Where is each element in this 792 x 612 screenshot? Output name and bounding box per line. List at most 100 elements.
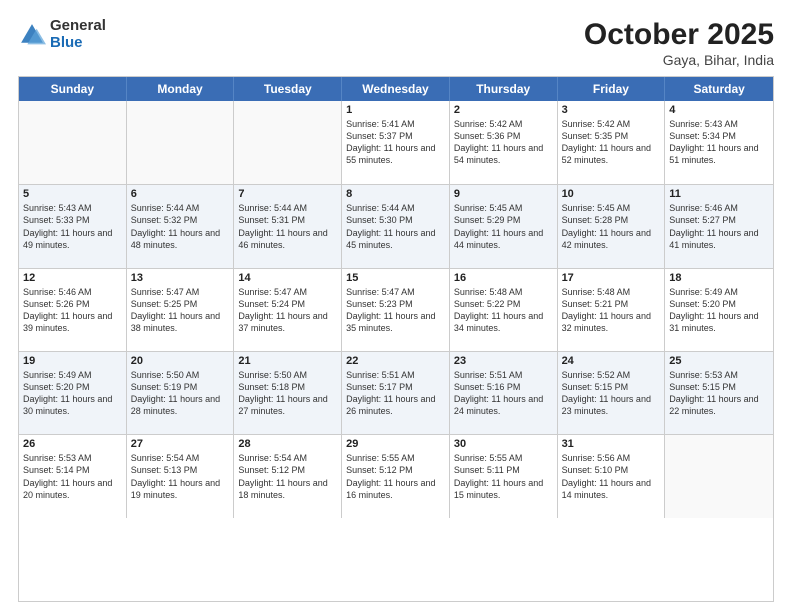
cell-info: Sunrise: 5:46 AM Sunset: 5:26 PM Dayligh… (23, 286, 122, 335)
cell-info: Sunrise: 5:47 AM Sunset: 5:25 PM Dayligh… (131, 286, 230, 335)
day-cell-16: 16 Sunrise: 5:48 AM Sunset: 5:22 PM Dayli… (450, 269, 558, 351)
day-cell-13: 13 Sunrise: 5:47 AM Sunset: 5:25 PM Dayli… (127, 269, 235, 351)
cell-info: Sunrise: 5:50 AM Sunset: 5:18 PM Dayligh… (238, 369, 337, 418)
location: Gaya, Bihar, India (584, 52, 774, 68)
calendar: SundayMondayTuesdayWednesdayThursdayFrid… (18, 76, 774, 602)
day-number: 27 (131, 438, 230, 450)
day-number: 1 (346, 104, 445, 116)
day-cell-12: 12 Sunrise: 5:46 AM Sunset: 5:26 PM Dayli… (19, 269, 127, 351)
empty-cell (234, 101, 342, 184)
cell-info: Sunrise: 5:55 AM Sunset: 5:11 PM Dayligh… (454, 452, 553, 501)
day-cell-8: 8 Sunrise: 5:44 AM Sunset: 5:30 PM Daylig… (342, 185, 450, 267)
day-cell-7: 7 Sunrise: 5:44 AM Sunset: 5:31 PM Daylig… (234, 185, 342, 267)
day-cell-28: 28 Sunrise: 5:54 AM Sunset: 5:12 PM Dayli… (234, 435, 342, 517)
day-cell-18: 18 Sunrise: 5:49 AM Sunset: 5:20 PM Dayli… (665, 269, 773, 351)
empty-cell (665, 435, 773, 517)
calendar-row-0: 1Sunrise: 5:41 AM Sunset: 5:37 PM Daylig… (19, 101, 773, 184)
day-cell-4: 4 Sunrise: 5:43 AM Sunset: 5:34 PM Daylig… (665, 101, 773, 184)
cell-info: Sunrise: 5:53 AM Sunset: 5:14 PM Dayligh… (23, 452, 122, 501)
weekday-header-tuesday: Tuesday (234, 77, 342, 101)
day-number: 15 (346, 272, 445, 284)
day-cell-23: 23 Sunrise: 5:51 AM Sunset: 5:16 PM Dayli… (450, 352, 558, 434)
day-cell-27: 27 Sunrise: 5:54 AM Sunset: 5:13 PM Dayli… (127, 435, 235, 517)
day-number: 9 (454, 188, 553, 200)
day-number: 4 (669, 104, 769, 116)
empty-cell (19, 101, 127, 184)
day-number: 7 (238, 188, 337, 200)
day-number: 12 (23, 272, 122, 284)
cell-info: Sunrise: 5:52 AM Sunset: 5:15 PM Dayligh… (562, 369, 661, 418)
day-number: 6 (131, 188, 230, 200)
day-number: 26 (23, 438, 122, 450)
day-number: 18 (669, 272, 769, 284)
month-title: October 2025 (584, 18, 774, 52)
day-number: 25 (669, 355, 769, 367)
cell-info: Sunrise: 5:43 AM Sunset: 5:33 PM Dayligh… (23, 202, 122, 251)
cell-info: Sunrise: 5:44 AM Sunset: 5:32 PM Dayligh… (131, 202, 230, 251)
day-cell-17: 17 Sunrise: 5:48 AM Sunset: 5:21 PM Dayli… (558, 269, 666, 351)
logo-general: General (50, 18, 106, 35)
cell-info: Sunrise: 5:43 AM Sunset: 5:34 PM Dayligh… (669, 118, 769, 167)
cell-info: Sunrise: 5:45 AM Sunset: 5:28 PM Dayligh… (562, 202, 661, 251)
calendar-row-4: 26 Sunrise: 5:53 AM Sunset: 5:14 PM Dayli… (19, 434, 773, 517)
day-number: 30 (454, 438, 553, 450)
day-number: 29 (346, 438, 445, 450)
page: General Blue October 2025 Gaya, Bihar, I… (0, 0, 792, 612)
day-cell-29: 29 Sunrise: 5:55 AM Sunset: 5:12 PM Dayli… (342, 435, 450, 517)
day-number: 31 (562, 438, 661, 450)
cell-info: Sunrise: 5:53 AM Sunset: 5:15 PM Dayligh… (669, 369, 769, 418)
day-number: 20 (131, 355, 230, 367)
logo-icon (18, 21, 46, 49)
day-number: 13 (131, 272, 230, 284)
cell-info: Sunrise: 5:54 AM Sunset: 5:12 PM Dayligh… (238, 452, 337, 501)
day-cell-1: 1Sunrise: 5:41 AM Sunset: 5:37 PM Daylig… (342, 101, 450, 184)
cell-info: Sunrise: 5:48 AM Sunset: 5:21 PM Dayligh… (562, 286, 661, 335)
day-cell-26: 26 Sunrise: 5:53 AM Sunset: 5:14 PM Dayli… (19, 435, 127, 517)
day-cell-31: 31 Sunrise: 5:56 AM Sunset: 5:10 PM Dayli… (558, 435, 666, 517)
day-cell-14: 14 Sunrise: 5:47 AM Sunset: 5:24 PM Dayli… (234, 269, 342, 351)
day-cell-15: 15 Sunrise: 5:47 AM Sunset: 5:23 PM Dayli… (342, 269, 450, 351)
weekday-header-monday: Monday (127, 77, 235, 101)
cell-info: Sunrise: 5:47 AM Sunset: 5:23 PM Dayligh… (346, 286, 445, 335)
cell-info: Sunrise: 5:44 AM Sunset: 5:31 PM Dayligh… (238, 202, 337, 251)
cell-info: Sunrise: 5:44 AM Sunset: 5:30 PM Dayligh… (346, 202, 445, 251)
day-number: 21 (238, 355, 337, 367)
day-cell-9: 9Sunrise: 5:45 AM Sunset: 5:29 PM Daylig… (450, 185, 558, 267)
day-number: 23 (454, 355, 553, 367)
day-number: 28 (238, 438, 337, 450)
cell-info: Sunrise: 5:47 AM Sunset: 5:24 PM Dayligh… (238, 286, 337, 335)
day-number: 8 (346, 188, 445, 200)
day-cell-5: 5 Sunrise: 5:43 AM Sunset: 5:33 PM Daylig… (19, 185, 127, 267)
calendar-header: SundayMondayTuesdayWednesdayThursdayFrid… (19, 77, 773, 101)
day-number: 19 (23, 355, 122, 367)
day-number: 2 (454, 104, 553, 116)
logo: General Blue (18, 18, 106, 51)
cell-info: Sunrise: 5:51 AM Sunset: 5:16 PM Dayligh… (454, 369, 553, 418)
calendar-body: 1Sunrise: 5:41 AM Sunset: 5:37 PM Daylig… (19, 101, 773, 601)
day-cell-2: 2 Sunrise: 5:42 AM Sunset: 5:36 PM Daylig… (450, 101, 558, 184)
cell-info: Sunrise: 5:50 AM Sunset: 5:19 PM Dayligh… (131, 369, 230, 418)
day-number: 14 (238, 272, 337, 284)
day-number: 17 (562, 272, 661, 284)
day-number: 22 (346, 355, 445, 367)
cell-info: Sunrise: 5:55 AM Sunset: 5:12 PM Dayligh… (346, 452, 445, 501)
cell-info: Sunrise: 5:51 AM Sunset: 5:17 PM Dayligh… (346, 369, 445, 418)
day-cell-20: 20 Sunrise: 5:50 AM Sunset: 5:19 PM Dayli… (127, 352, 235, 434)
weekday-header-thursday: Thursday (450, 77, 558, 101)
weekday-header-sunday: Sunday (19, 77, 127, 101)
day-number: 16 (454, 272, 553, 284)
cell-info: Sunrise: 5:54 AM Sunset: 5:13 PM Dayligh… (131, 452, 230, 501)
day-number: 11 (669, 188, 769, 200)
day-number: 5 (23, 188, 122, 200)
title-block: October 2025 Gaya, Bihar, India (584, 18, 774, 68)
day-cell-19: 19 Sunrise: 5:49 AM Sunset: 5:20 PM Dayli… (19, 352, 127, 434)
cell-info: Sunrise: 5:49 AM Sunset: 5:20 PM Dayligh… (23, 369, 122, 418)
calendar-row-1: 5 Sunrise: 5:43 AM Sunset: 5:33 PM Daylig… (19, 184, 773, 267)
cell-info: Sunrise: 5:46 AM Sunset: 5:27 PM Dayligh… (669, 202, 769, 251)
cell-info: Sunrise: 5:48 AM Sunset: 5:22 PM Dayligh… (454, 286, 553, 335)
cell-info: Sunrise: 5:42 AM Sunset: 5:36 PM Dayligh… (454, 118, 553, 167)
cell-info: Sunrise: 5:49 AM Sunset: 5:20 PM Dayligh… (669, 286, 769, 335)
logo-text: General Blue (50, 18, 106, 51)
cell-info: Sunrise: 5:56 AM Sunset: 5:10 PM Dayligh… (562, 452, 661, 501)
day-cell-25: 25 Sunrise: 5:53 AM Sunset: 5:15 PM Dayli… (665, 352, 773, 434)
